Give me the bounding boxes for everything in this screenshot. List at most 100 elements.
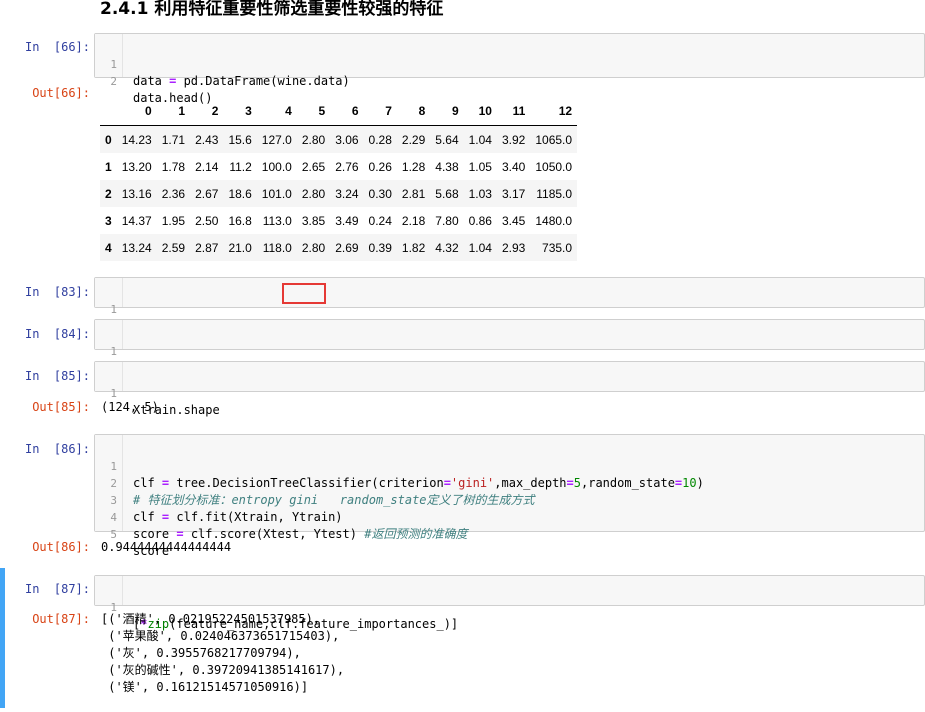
dataframe-table: 0 1 2 3 4 5 6 7 8 9 10 11 12 0 14.23 1.71 2.43 15.6 127.0… [100, 97, 578, 261]
code-input[interactable]: 1 data = data.iloc[:,[1,3,6,9,12]] [94, 277, 925, 333]
table-cell: 100.0 [261, 159, 292, 174]
notebook-cell-86[interactable]: In [86]: 1 clf = tree.DecisionTreeClassi… [0, 434, 925, 559]
table-cell: 1.04 [468, 240, 492, 255]
code-input[interactable]: 1 [*zip(feature_name,clf.feature_importa… [94, 575, 925, 631]
notebook-cell-84[interactable]: In [84]: 1 Xtrain,Xtest,Ytrain,Ytest = t… [0, 319, 925, 375]
table-cell: 21.0 [228, 240, 252, 255]
cell-output: 0.9444444444444444 [101, 540, 232, 554]
table-cell: 18.6 [228, 186, 252, 201]
input-prompt: In [85]: [24, 369, 90, 383]
table-cell: 1.82 [401, 240, 426, 255]
line-number: 1 [110, 345, 117, 358]
column-header: 12 [530, 97, 578, 126]
table-cell: 2.81 [401, 186, 426, 201]
table-cell: 1.71 [161, 132, 186, 147]
table-cell: 0.28 [368, 132, 392, 147]
table-cell: 4.32 [435, 240, 459, 255]
table-cell: 13.24 [121, 240, 152, 255]
table-cell: 3.40 [501, 159, 526, 174]
notebook-cell-87[interactable]: In [87]: 1 [*zip(feature_name,clf.featur… [0, 568, 925, 708]
table-cell: 1.95 [161, 213, 186, 228]
cell-output-line: ('苹果酸', 0.024046373651715403), [101, 629, 340, 643]
cell-output-line: ('灰的碱性', 0.39720941385141617), [101, 663, 345, 677]
row-index: 0 [105, 132, 112, 147]
table-cell: 2.50 [195, 213, 219, 228]
table-cell: 0.26 [368, 159, 392, 174]
input-prompt: In [66]: [24, 40, 90, 54]
table-row: 3 14.37 1.95 2.50 16.8 113.0 3.85 3.49 0.24 2.18 7… [100, 207, 577, 234]
line-number: 2 [110, 75, 117, 88]
table-cell: 14.37 [121, 213, 152, 228]
input-prompt: In [84]: [24, 327, 90, 341]
column-header: 9 [430, 97, 464, 126]
column-header: 3 [223, 97, 257, 126]
notebook-cell-83[interactable]: In [83]: 1 data = data.iloc[:,[1,3,6,9,1… [0, 277, 925, 333]
section-heading: 2.4.1 利用特征重要性筛选重要性较强的特征 [100, 0, 444, 19]
input-prompt: In [83]: [24, 285, 90, 299]
table-cell: 13.16 [121, 186, 152, 201]
table-cell: 13.20 [121, 159, 152, 174]
column-header: 5 [296, 97, 331, 126]
column-header: 6 [330, 97, 364, 126]
column-header: 2 [190, 97, 224, 126]
table-cell: 1480.0 [535, 213, 573, 228]
table-cell: 1.28 [401, 159, 426, 174]
row-index: 3 [105, 213, 112, 228]
table-cell: 2.36 [161, 186, 186, 201]
row-index: 4 [105, 240, 112, 255]
notebook-cell-66[interactable]: In [66]: 1 data = pd.DataFrame(wine.data… [0, 33, 925, 268]
table-cell: 2.69 [335, 240, 359, 255]
code-input[interactable]: 1 data = pd.DataFrame(wine.data) 2 data.… [94, 33, 925, 105]
table-cell: 7.80 [435, 213, 459, 228]
table-cell: 11.2 [229, 159, 252, 174]
column-header: 8 [396, 97, 431, 126]
table-cell: 4.38 [435, 159, 459, 174]
input-prompt: In [87]: [24, 582, 90, 596]
table-cell: 0.30 [368, 186, 392, 201]
table-cell: 1.04 [468, 132, 492, 147]
table-cell: 14.23 [121, 132, 152, 147]
table-cell: 0.24 [368, 213, 392, 228]
column-header [100, 97, 117, 126]
table-cell: 2.80 [301, 240, 326, 255]
table-cell: 2.43 [195, 132, 219, 147]
table-cell: 113.0 [262, 213, 292, 228]
table-cell: 1.03 [468, 186, 492, 201]
table-cell: 2.67 [195, 186, 219, 201]
table-cell: 3.92 [501, 132, 526, 147]
table-cell: 15.6 [228, 132, 252, 147]
highlight-box [282, 283, 326, 304]
code-input[interactable]: 1 Xtrain.shape [94, 361, 925, 417]
table-cell: 5.64 [435, 132, 459, 147]
code-comment-line: # 特征划分标准：entropy gini random_state定义了树的生… [133, 493, 535, 507]
table-cell: 101.0 [261, 186, 292, 201]
table-cell: 2.80 [301, 186, 326, 201]
code-line: data = pd.DataFrame(wine.data) [133, 74, 350, 88]
column-header: 7 [363, 97, 397, 126]
table-cell: 2.18 [401, 213, 426, 228]
code-input[interactable]: 1 Xtrain,Xtest,Ytrain,Ytest = train_test… [94, 319, 925, 375]
notebook-cell-85[interactable]: In [85]: 1 Xtrain.shape Out[85]: (124, 5… [0, 361, 925, 421]
table-cell: 2.65 [301, 159, 326, 174]
table-cell: 3.17 [501, 186, 526, 201]
cell-output-line: ('灰', 0.3955768217709794), [101, 646, 301, 660]
table-cell: 3.45 [501, 213, 526, 228]
table-cell: 0.39 [368, 240, 392, 255]
table-cell: 1065.0 [535, 132, 573, 147]
row-index: 1 [105, 159, 112, 174]
table-row: 2 13.16 2.36 2.67 18.6 101.0 2.80 3.24 0.30 2.81 5… [100, 180, 578, 207]
output-prompt: Out[87]: [32, 612, 90, 626]
table-row: 1 13.20 1.78 2.14 11.2 100.0 2.65 2.76 0.26 1.28 4… [100, 153, 577, 180]
code-input[interactable]: 1 clf = tree.DecisionTreeClassifier(crit… [94, 434, 925, 558]
table-cell: 1050.0 [535, 159, 573, 174]
table-header-row: 0 1 2 3 4 5 6 7 8 9 10 11 12 [100, 97, 578, 126]
output-prompt: Out[86]: [32, 540, 90, 554]
table-cell: 735.0 [542, 240, 573, 255]
table-cell: 2.87 [195, 240, 219, 255]
table-row: 0 14.23 1.71 2.43 15.6 127.0 2.80 3.06 0.28 2.29 5… [100, 125, 578, 153]
table-cell: 3.49 [335, 213, 359, 228]
table-cell: 2.14 [195, 159, 219, 174]
cell-output-line: [('酒精', 0.02195224501537985), [101, 612, 321, 626]
input-prompt: In [86]: [24, 442, 90, 456]
cell-output: (124, 5) [101, 400, 159, 414]
